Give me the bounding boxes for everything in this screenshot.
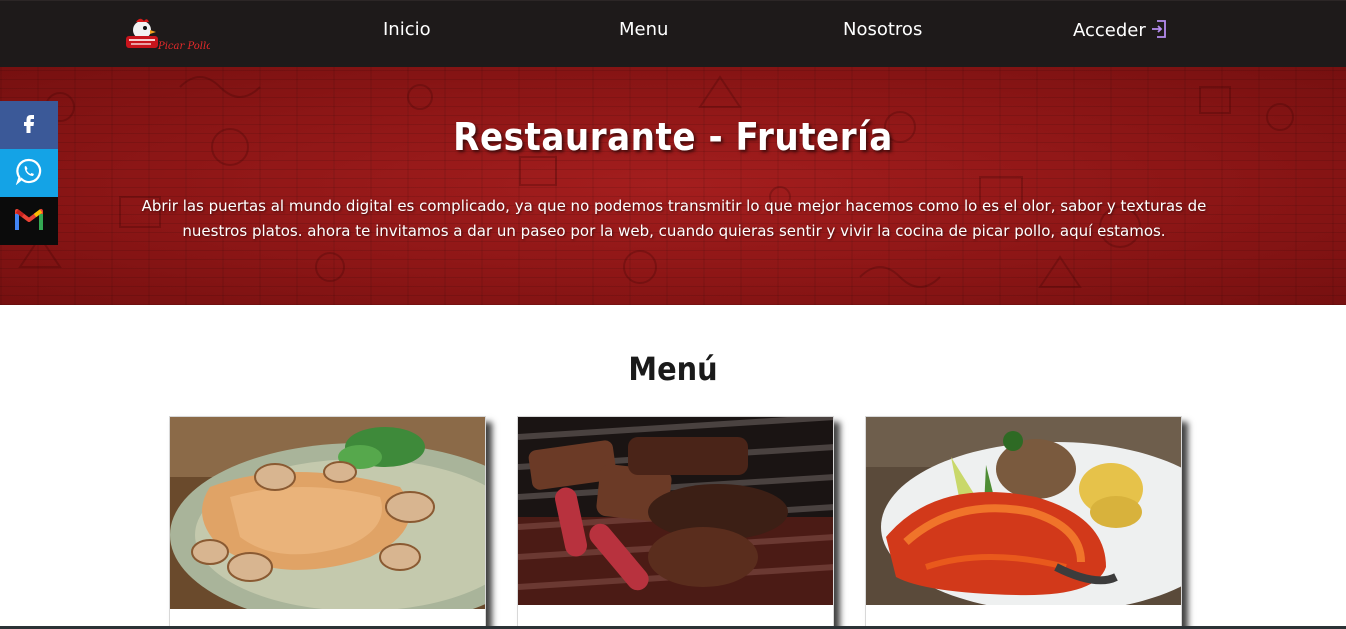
whatsapp-icon [15, 157, 43, 189]
chicken-with-mushrooms-dish-image [170, 417, 485, 609]
whatsapp-share-button[interactable] [0, 149, 58, 197]
facebook-share-button[interactable] [0, 101, 58, 149]
top-navbar: Picar Pollo Inicio Menu Nosotros Acceder [0, 0, 1346, 67]
nav-link-menu[interactable]: Menu [619, 19, 668, 41]
hero-banner: Restaurante - Frutería Abrir las puertas… [0, 67, 1346, 305]
grilled-meats-and-sausages-image [518, 417, 833, 605]
menu-card-1[interactable] [169, 416, 486, 629]
nav-link-inicio[interactable]: Inicio [383, 19, 431, 41]
facebook-icon [17, 111, 41, 139]
acceder-label: Acceder [1073, 20, 1146, 41]
menu-section-title: Menú [628, 350, 718, 388]
restaurant-logo[interactable]: Picar Pollo [122, 16, 212, 54]
nav-link-acceder[interactable]: Acceder [1073, 19, 1168, 45]
hero-description: Abrir las puertas al mundo digital es co… [141, 197, 1207, 240]
hero-title: Restaurante - Frutería [453, 115, 893, 159]
menu-card-3[interactable] [865, 416, 1182, 629]
fish-in-tomato-sauce-with-rice-image [866, 417, 1181, 605]
hero-doodle-pattern [18, 75, 1294, 288]
gmail-share-button[interactable] [0, 197, 58, 245]
login-arrow-icon [1150, 19, 1168, 45]
menu-card-2[interactable] [517, 416, 834, 629]
logo-text: Picar Pollo [157, 41, 210, 52]
gmail-icon [14, 206, 44, 236]
nav-link-nosotros[interactable]: Nosotros [843, 19, 922, 41]
